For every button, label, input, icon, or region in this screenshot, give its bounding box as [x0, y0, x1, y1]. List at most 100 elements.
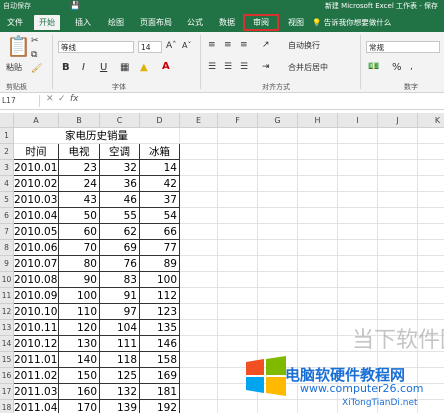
empty-cell[interactable] — [218, 256, 258, 272]
empty-cell[interactable] — [418, 352, 444, 368]
empty-cell[interactable] — [378, 304, 418, 320]
value-cell[interactable]: 132 — [100, 384, 140, 400]
empty-cell[interactable] — [258, 240, 298, 256]
empty-cell[interactable] — [258, 208, 298, 224]
empty-cell[interactable] — [418, 144, 444, 160]
percent-button[interactable]: % — [392, 62, 402, 73]
cut-icon[interactable]: ✂ — [31, 36, 39, 46]
column-header[interactable]: K — [418, 113, 444, 128]
empty-cell[interactable] — [258, 272, 298, 288]
empty-cell[interactable] — [378, 208, 418, 224]
empty-cell[interactable] — [338, 208, 378, 224]
empty-cell[interactable] — [378, 288, 418, 304]
empty-cell[interactable] — [180, 160, 218, 176]
tab-insert[interactable]: 插入 — [70, 15, 96, 30]
date-cell[interactable]: 2010.04 — [14, 208, 59, 224]
date-cell[interactable]: 2010.12 — [14, 336, 59, 352]
date-cell[interactable]: 2011.04 — [14, 400, 59, 413]
empty-cell[interactable] — [338, 288, 378, 304]
column-header[interactable]: I — [338, 113, 378, 128]
tab-view[interactable]: 视图 — [284, 15, 308, 30]
align-center-icon[interactable]: ☰ — [224, 62, 232, 72]
tab-draw[interactable]: 绘图 — [103, 15, 129, 30]
comma-style-icon[interactable]: , — [410, 62, 413, 72]
date-cell[interactable]: 2010.09 — [14, 288, 59, 304]
row-header[interactable]: 6 — [0, 208, 14, 224]
cancel-icon[interactable]: ✕ — [46, 94, 54, 104]
column-header[interactable]: G — [258, 113, 298, 128]
sheet-title-cell[interactable]: 家电历史销量 — [14, 128, 180, 144]
empty-cell[interactable] — [218, 144, 258, 160]
empty-cell[interactable] — [338, 192, 378, 208]
empty-cell[interactable] — [258, 400, 298, 413]
date-cell[interactable]: 2010.10 — [14, 304, 59, 320]
empty-cell[interactable] — [298, 288, 338, 304]
empty-cell[interactable] — [258, 256, 298, 272]
header-cell[interactable]: 空调 — [100, 144, 140, 160]
row-header[interactable]: 5 — [0, 192, 14, 208]
empty-cell[interactable] — [298, 304, 338, 320]
value-cell[interactable]: 100 — [140, 272, 180, 288]
value-cell[interactable]: 125 — [100, 368, 140, 384]
empty-cell[interactable] — [180, 352, 218, 368]
empty-cell[interactable] — [180, 192, 218, 208]
empty-cell[interactable] — [338, 304, 378, 320]
bold-button[interactable]: B — [62, 62, 70, 73]
empty-cell[interactable] — [338, 240, 378, 256]
row-header[interactable]: 9 — [0, 256, 14, 272]
value-cell[interactable]: 54 — [140, 208, 180, 224]
row-header[interactable]: 18 — [0, 400, 14, 413]
empty-cell[interactable] — [180, 240, 218, 256]
empty-cell[interactable] — [180, 272, 218, 288]
value-cell[interactable]: 66 — [140, 224, 180, 240]
align-top-icon[interactable]: ≡ — [208, 40, 216, 50]
date-cell[interactable]: 2010.11 — [14, 320, 59, 336]
date-cell[interactable]: 2010.03 — [14, 192, 59, 208]
align-right-icon[interactable]: ☰ — [240, 62, 248, 72]
row-header[interactable]: 1 — [0, 128, 14, 144]
empty-cell[interactable] — [258, 144, 298, 160]
tab-data[interactable]: 数据 — [214, 15, 240, 30]
value-cell[interactable]: 46 — [100, 192, 140, 208]
font-size-select[interactable]: 14 — [138, 41, 162, 53]
empty-cell[interactable] — [298, 224, 338, 240]
value-cell[interactable]: 104 — [100, 320, 140, 336]
value-cell[interactable]: 24 — [59, 176, 100, 192]
empty-cell[interactable] — [180, 320, 218, 336]
value-cell[interactable]: 55 — [100, 208, 140, 224]
increase-font-icon[interactable]: Aˆ — [166, 41, 177, 51]
empty-cell[interactable] — [378, 224, 418, 240]
empty-cell[interactable] — [338, 224, 378, 240]
date-cell[interactable]: 2011.01 — [14, 352, 59, 368]
date-cell[interactable]: 2010.02 — [14, 176, 59, 192]
empty-cell[interactable] — [378, 128, 418, 144]
empty-cell[interactable] — [180, 208, 218, 224]
header-cell[interactable]: 电视 — [59, 144, 100, 160]
orientation-icon[interactable]: ↗ — [262, 40, 270, 50]
empty-cell[interactable] — [418, 256, 444, 272]
empty-cell[interactable] — [258, 160, 298, 176]
value-cell[interactable]: 89 — [140, 256, 180, 272]
row-header[interactable]: 3 — [0, 160, 14, 176]
value-cell[interactable]: 123 — [140, 304, 180, 320]
empty-cell[interactable] — [180, 368, 218, 384]
value-cell[interactable]: 181 — [140, 384, 180, 400]
empty-cell[interactable] — [258, 304, 298, 320]
empty-cell[interactable] — [258, 320, 298, 336]
row-header[interactable]: 4 — [0, 176, 14, 192]
fill-color-icon[interactable]: ▲ — [140, 62, 148, 73]
value-cell[interactable]: 160 — [59, 384, 100, 400]
tab-home[interactable]: 开始 — [34, 15, 60, 30]
row-header[interactable]: 2 — [0, 144, 14, 160]
value-cell[interactable]: 42 — [140, 176, 180, 192]
header-cell[interactable]: 冰箱 — [140, 144, 180, 160]
empty-cell[interactable] — [298, 208, 338, 224]
tab-formulas[interactable]: 公式 — [182, 15, 208, 30]
value-cell[interactable]: 118 — [100, 352, 140, 368]
empty-cell[interactable] — [338, 144, 378, 160]
empty-cell[interactable] — [378, 144, 418, 160]
column-header[interactable]: E — [180, 113, 218, 128]
value-cell[interactable]: 146 — [140, 336, 180, 352]
tab-page-layout[interactable]: 页面布局 — [136, 15, 176, 30]
empty-cell[interactable] — [378, 176, 418, 192]
